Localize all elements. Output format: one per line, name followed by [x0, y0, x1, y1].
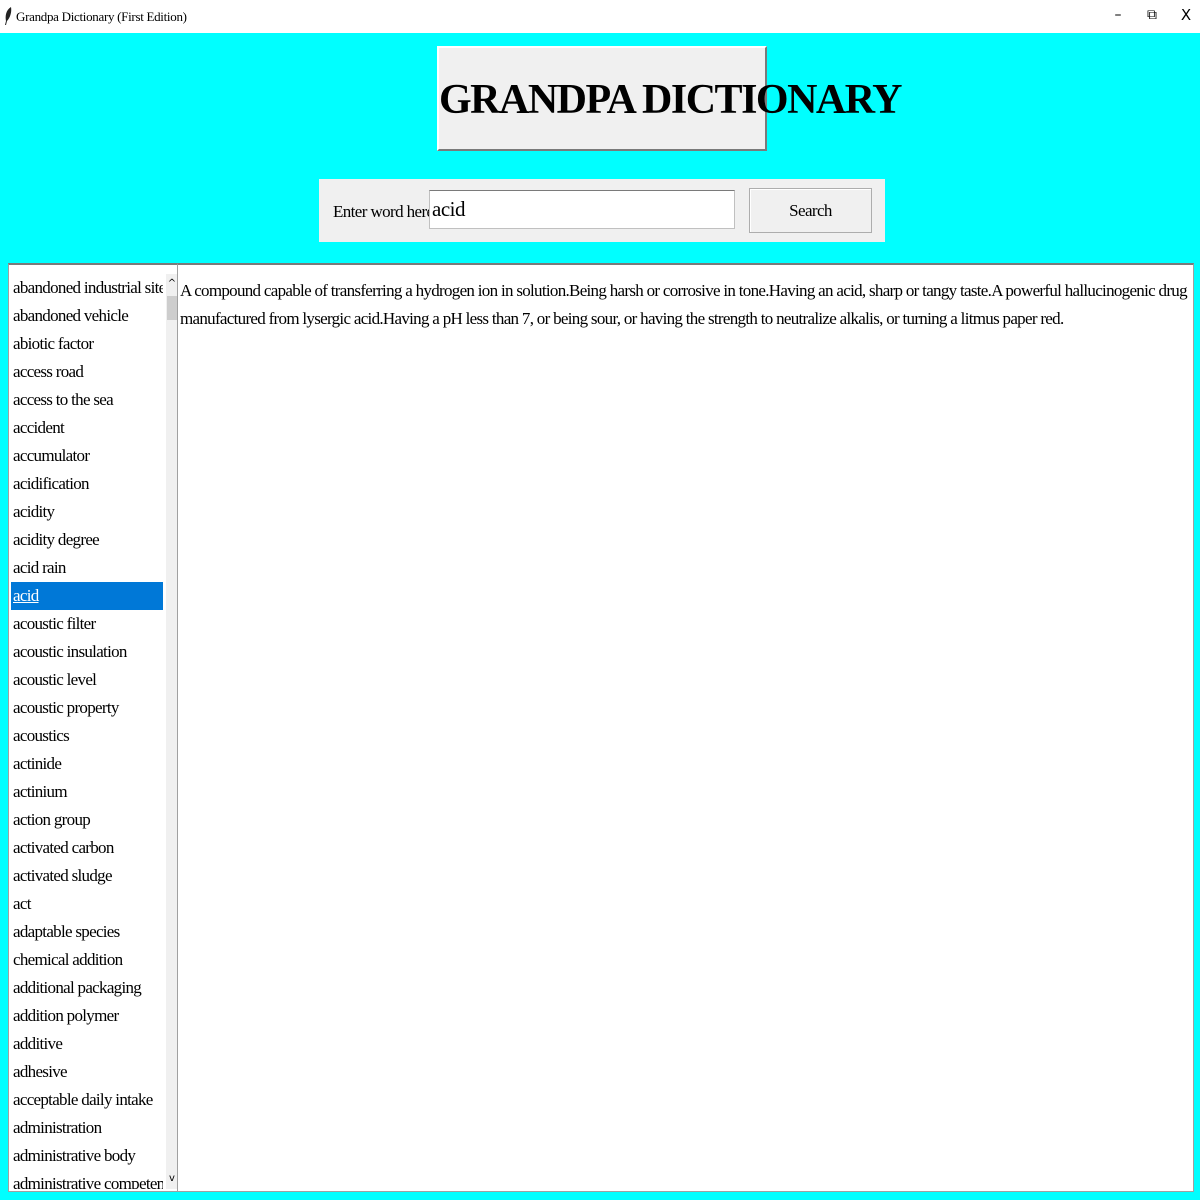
list-item-selected[interactable]: acid: [11, 582, 163, 610]
search-label: Enter word here:: [333, 202, 438, 221]
close-button[interactable]: X: [1169, 0, 1200, 33]
list-item[interactable]: acidification: [11, 470, 163, 498]
list-item[interactable]: abandoned industrial site: [11, 274, 163, 302]
word-list[interactable]: abandoned industrial site abandoned vehic…: [11, 274, 163, 1189]
window-title: Grandpa Dictionary (First Edition): [16, 9, 187, 24]
list-item[interactable]: access road: [11, 358, 163, 386]
list-item[interactable]: acidity degree: [11, 526, 163, 554]
list-item[interactable]: activated sludge: [11, 862, 163, 890]
list-item[interactable]: acoustics: [11, 722, 163, 750]
list-item[interactable]: accumulator: [11, 442, 163, 470]
list-item[interactable]: abiotic factor: [11, 330, 163, 358]
list-item[interactable]: abandoned vehicle: [11, 302, 163, 330]
list-item[interactable]: adhesive: [11, 1058, 163, 1086]
list-item[interactable]: administration: [11, 1114, 163, 1142]
list-item[interactable]: acoustic property: [11, 694, 163, 722]
title-bar: Grandpa Dictionary (First Edition) – ⧉ X: [0, 0, 1200, 33]
search-input[interactable]: [429, 190, 735, 229]
list-item[interactable]: acoustic level: [11, 666, 163, 694]
list-item[interactable]: action group: [11, 806, 163, 834]
list-item[interactable]: acoustic filter: [11, 610, 163, 638]
list-item[interactable]: chemical addition: [11, 946, 163, 974]
list-item[interactable]: acoustic insulation: [11, 638, 163, 666]
scroll-thumb[interactable]: [167, 296, 177, 320]
list-item[interactable]: acidity: [11, 498, 163, 526]
list-item[interactable]: addition polymer: [11, 1002, 163, 1030]
title-banner: GRANDPA DICTIONARY: [437, 46, 902, 151]
list-item[interactable]: actinium: [11, 778, 163, 806]
minimize-button[interactable]: –: [1101, 0, 1135, 33]
app-heading: GRANDPA DICTIONARY: [439, 77, 902, 123]
list-item[interactable]: acceptable daily intake: [11, 1086, 163, 1114]
search-panel: Enter word here: Search: [319, 179, 885, 242]
list-item[interactable]: additive: [11, 1030, 163, 1058]
list-item[interactable]: access to the sea: [11, 386, 163, 414]
list-item[interactable]: administrative competence: [11, 1170, 163, 1189]
definition-panel: A compound capable of transferring a hyd…: [177, 263, 1194, 1192]
word-list-panel: abandoned industrial site abandoned vehic…: [8, 263, 178, 1192]
definition-text: A compound capable of transferring a hyd…: [180, 281, 1188, 328]
list-item[interactable]: actinide: [11, 750, 163, 778]
list-item[interactable]: administrative body: [11, 1142, 163, 1170]
list-item[interactable]: acid rain: [11, 554, 163, 582]
list-item[interactable]: additional packaging: [11, 974, 163, 1002]
list-item[interactable]: accident: [11, 414, 163, 442]
restore-button[interactable]: ⧉: [1135, 0, 1169, 33]
search-button[interactable]: Search: [749, 188, 872, 233]
list-item[interactable]: adaptable species: [11, 918, 163, 946]
list-item[interactable]: act: [11, 890, 163, 918]
feather-icon: [5, 7, 12, 25]
list-item[interactable]: activated carbon: [11, 834, 163, 862]
